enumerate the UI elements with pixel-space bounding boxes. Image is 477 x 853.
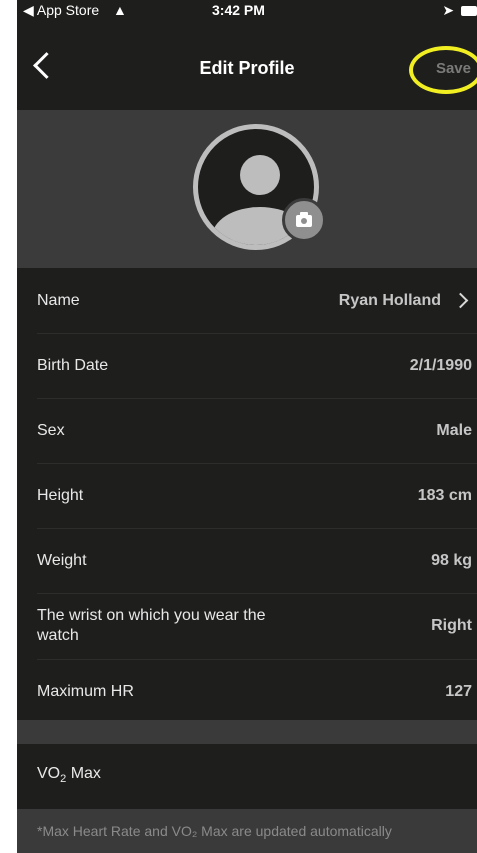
- row-value: 127: [445, 682, 472, 700]
- row-label: Birth Date: [37, 356, 109, 374]
- back-to-app-store[interactable]: ◀ App Store: [23, 2, 99, 19]
- row-value-wrap: Ryan Holland: [339, 292, 472, 310]
- save-highlight-circle: [409, 46, 477, 94]
- row-vo2-max[interactable]: VO2 Max: [17, 744, 477, 809]
- row-weight[interactable]: Weight 98 kg: [17, 528, 477, 593]
- row-label: Maximum HR: [37, 682, 134, 700]
- location-icon: ➤: [442, 2, 455, 18]
- status-icons: ➤: [442, 2, 477, 19]
- row-name[interactable]: Name Ryan Holland: [17, 268, 477, 333]
- wifi-icon: ▲: [113, 2, 127, 18]
- row-label: Height: [37, 486, 84, 504]
- avatar-head-icon: [240, 155, 280, 195]
- section-divider: [17, 720, 477, 744]
- footer-note: *Max Heart Rate and VO₂ Max are updated …: [37, 823, 392, 839]
- row-label: Sex: [37, 421, 65, 439]
- avatar-section: [17, 110, 477, 268]
- vo2-label-tail: Max: [66, 764, 101, 782]
- battery-icon: [461, 6, 477, 17]
- camera-lens-icon: [301, 218, 307, 224]
- footer-note-area: *Max Heart Rate and VO₂ Max are updated …: [17, 809, 477, 853]
- nav-bar: Edit Profile Save: [17, 20, 477, 110]
- row-label: Name: [37, 291, 80, 309]
- row-max-hr[interactable]: Maximum HR 127: [17, 659, 477, 724]
- page-title: Edit Profile: [199, 58, 295, 78]
- row-label: Weight: [37, 551, 87, 569]
- row-watch-wrist[interactable]: The wrist on which you wear the watch Ri…: [17, 593, 477, 659]
- row-value: 2/1/1990: [409, 356, 472, 374]
- status-bar: ◀ App Store ▲ 3:42 PM ➤: [17, 0, 477, 20]
- row-value: Ryan Holland: [338, 291, 441, 309]
- clock: 3:42 PM: [212, 2, 265, 18]
- row-height[interactable]: Height 183 cm: [17, 463, 477, 528]
- phone-screen: ◀ App Store ▲ 3:42 PM ➤ Edit Profile Sav…: [17, 0, 477, 853]
- chevron-right-icon: [452, 292, 469, 309]
- row-label: The wrist on which you wear the watch: [37, 607, 266, 644]
- change-photo-button[interactable]: [282, 198, 326, 242]
- row-value: 98 kg: [431, 551, 472, 569]
- profile-list: Name Ryan Holland Birth Date 2/1/1990 Se…: [17, 268, 477, 724]
- row-birth-date[interactable]: Birth Date 2/1/1990: [17, 333, 477, 398]
- row-label: VO2 Max: [37, 764, 101, 789]
- row-value: 183 cm: [417, 486, 472, 504]
- row-value: Male: [436, 421, 472, 439]
- vo2-label-main: VO: [37, 764, 61, 782]
- row-value: Right: [431, 617, 472, 634]
- row-sex[interactable]: Sex Male: [17, 398, 477, 463]
